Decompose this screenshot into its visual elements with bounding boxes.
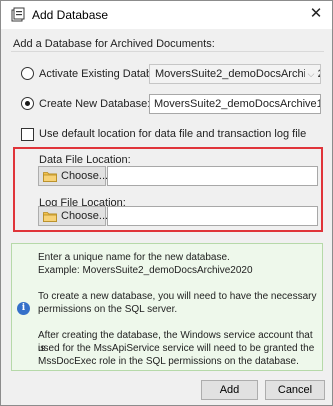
existing-database-radio[interactable] [21,67,34,80]
info-line: Example: MoversSuite2_demoDocsArchive202… [38,265,253,276]
default-location-checkbox[interactable] [21,128,34,141]
create-database-radio[interactable] [21,97,34,110]
folder-icon [43,171,57,182]
info-line: MssDocExec role in the SQL permissions o… [38,356,299,367]
log-file-choose-label: Choose... [61,210,109,222]
title-bar: Add Database ✕ [1,1,332,29]
data-file-choose-button[interactable]: Choose... [38,166,109,186]
log-file-path-input[interactable] [107,206,318,226]
group-divider [11,51,324,52]
data-file-choose-label: Choose... [61,170,109,182]
info-icon: i [17,302,30,315]
log-file-choose-button[interactable]: Choose... [38,206,109,226]
new-database-name-input[interactable]: MoversSuite2_demoDocsArchive1 [149,94,321,114]
chevron-down-icon[interactable]: ⌵ [305,67,317,81]
info-line: permissions on the SQL server. [38,304,178,315]
add-database-dialog: Add Database ✕ Add a Database for Archiv… [0,0,333,406]
close-icon[interactable]: ✕ [308,4,324,24]
default-location-label: Use default location for data file and t… [39,128,307,140]
data-file-path-input[interactable] [107,166,318,186]
existing-database-combo[interactable]: MoversSuite2_demoDocsArchive2 ⌵ [149,64,321,84]
data-file-label: Data File Location: [39,154,131,166]
info-line: Enter a unique name for the new database… [38,252,230,263]
info-panel: i Enter a unique name for the new databa… [11,243,323,371]
existing-database-combo-value: MoversSuite2_demoDocsArchive2 [155,68,321,80]
info-line: used for the MssApiService service will … [38,343,315,354]
create-database-label: Create New Database: [39,98,151,110]
folder-icon [43,211,57,222]
window-title: Add Database [32,8,109,22]
info-line: To create a new database, you will need … [38,291,317,302]
add-button[interactable]: Add [201,380,258,400]
group-label: Add a Database for Archived Documents: [13,38,215,50]
database-add-icon [11,7,25,22]
cancel-button[interactable]: Cancel [265,380,325,400]
